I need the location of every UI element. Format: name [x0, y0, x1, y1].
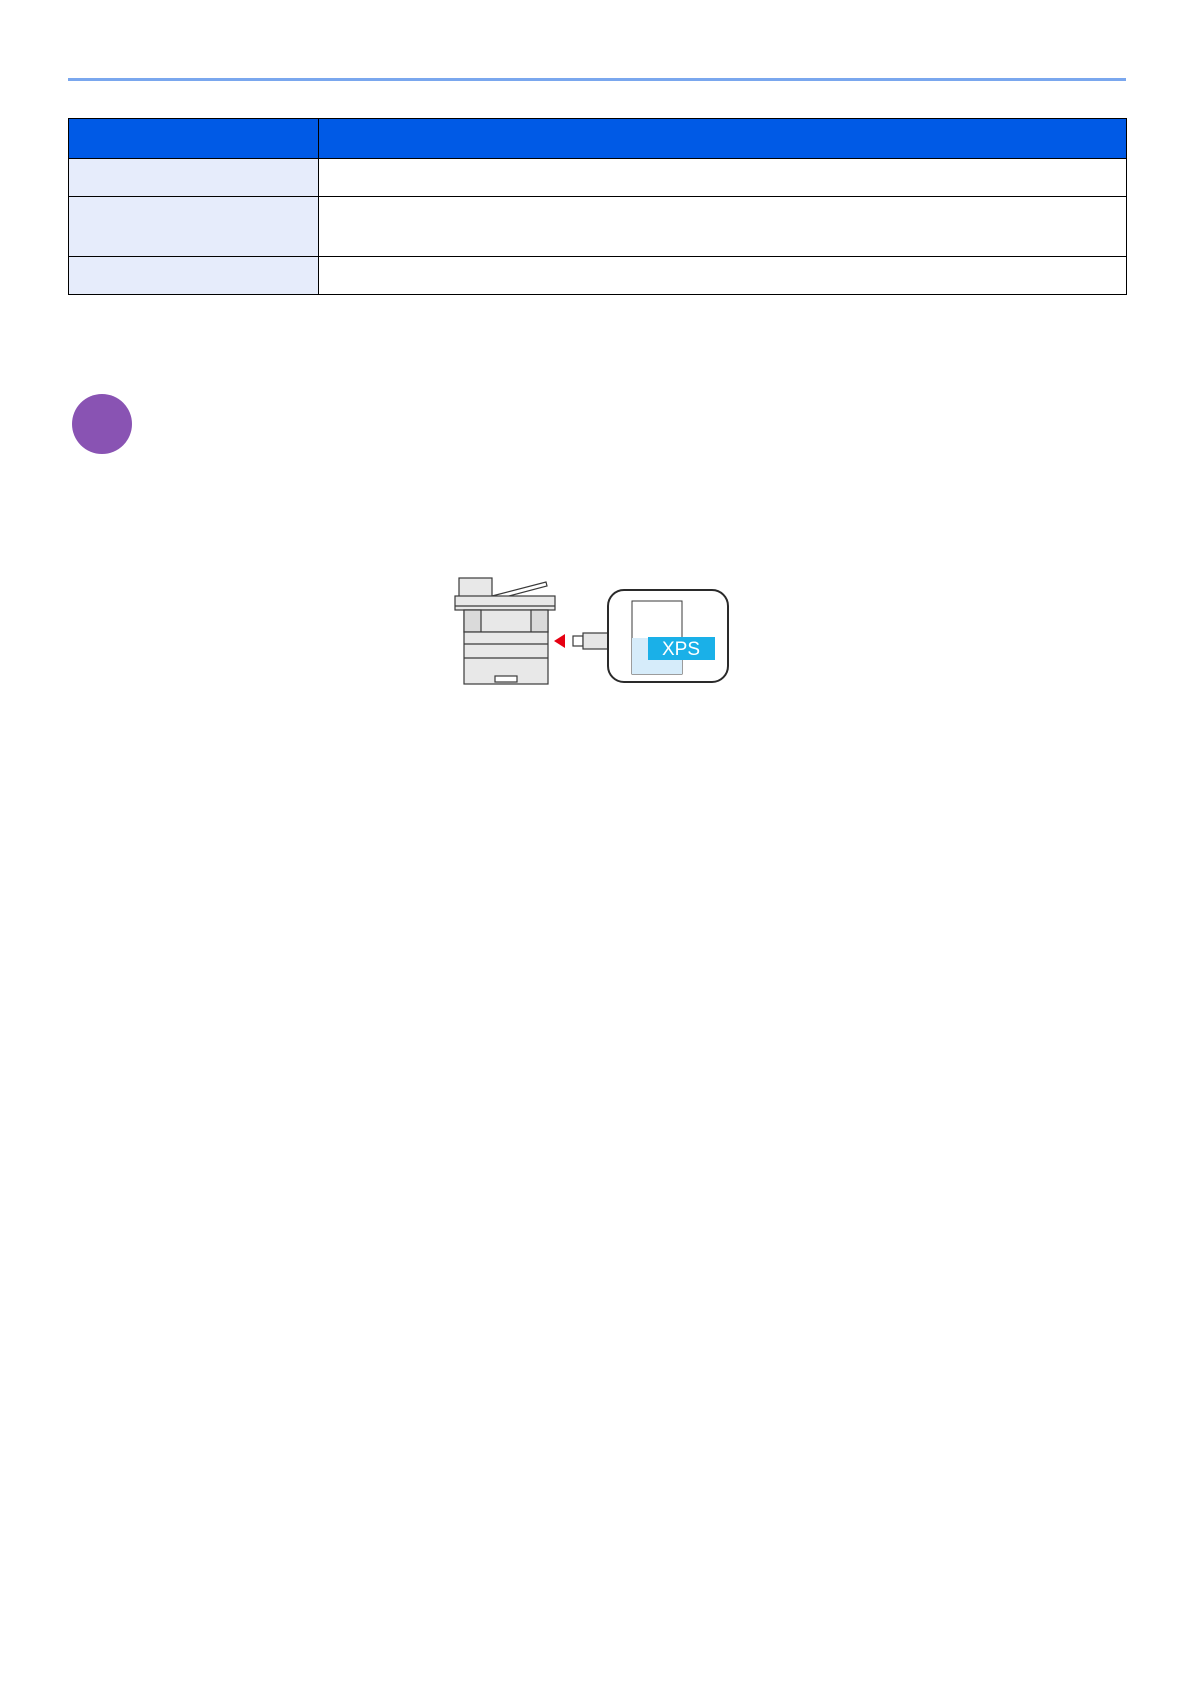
usb-plug-icon: [572, 632, 609, 650]
table-header-cell: [68, 118, 319, 159]
xps-label: XPS: [662, 639, 700, 660]
usb-to-printer-illustration: XPS: [454, 577, 729, 685]
row-value: [318, 196, 1127, 257]
table-row: [68, 256, 1127, 295]
table-header-row: [68, 118, 1127, 159]
spec-table: [68, 118, 1127, 295]
printer-icon: [454, 577, 556, 685]
row-value: [318, 158, 1127, 197]
table-header-cell: [318, 118, 1127, 159]
step-number-badge: [72, 394, 132, 454]
header-rule: [68, 78, 1126, 81]
table-row: [68, 158, 1127, 197]
table-row: [68, 196, 1127, 257]
row-label: [68, 256, 319, 295]
insert-arrow-icon: [554, 634, 565, 648]
row-value: [318, 256, 1127, 295]
row-label: [68, 158, 319, 197]
usb-memory-icon: XPS: [607, 589, 729, 683]
row-label: [68, 196, 319, 257]
